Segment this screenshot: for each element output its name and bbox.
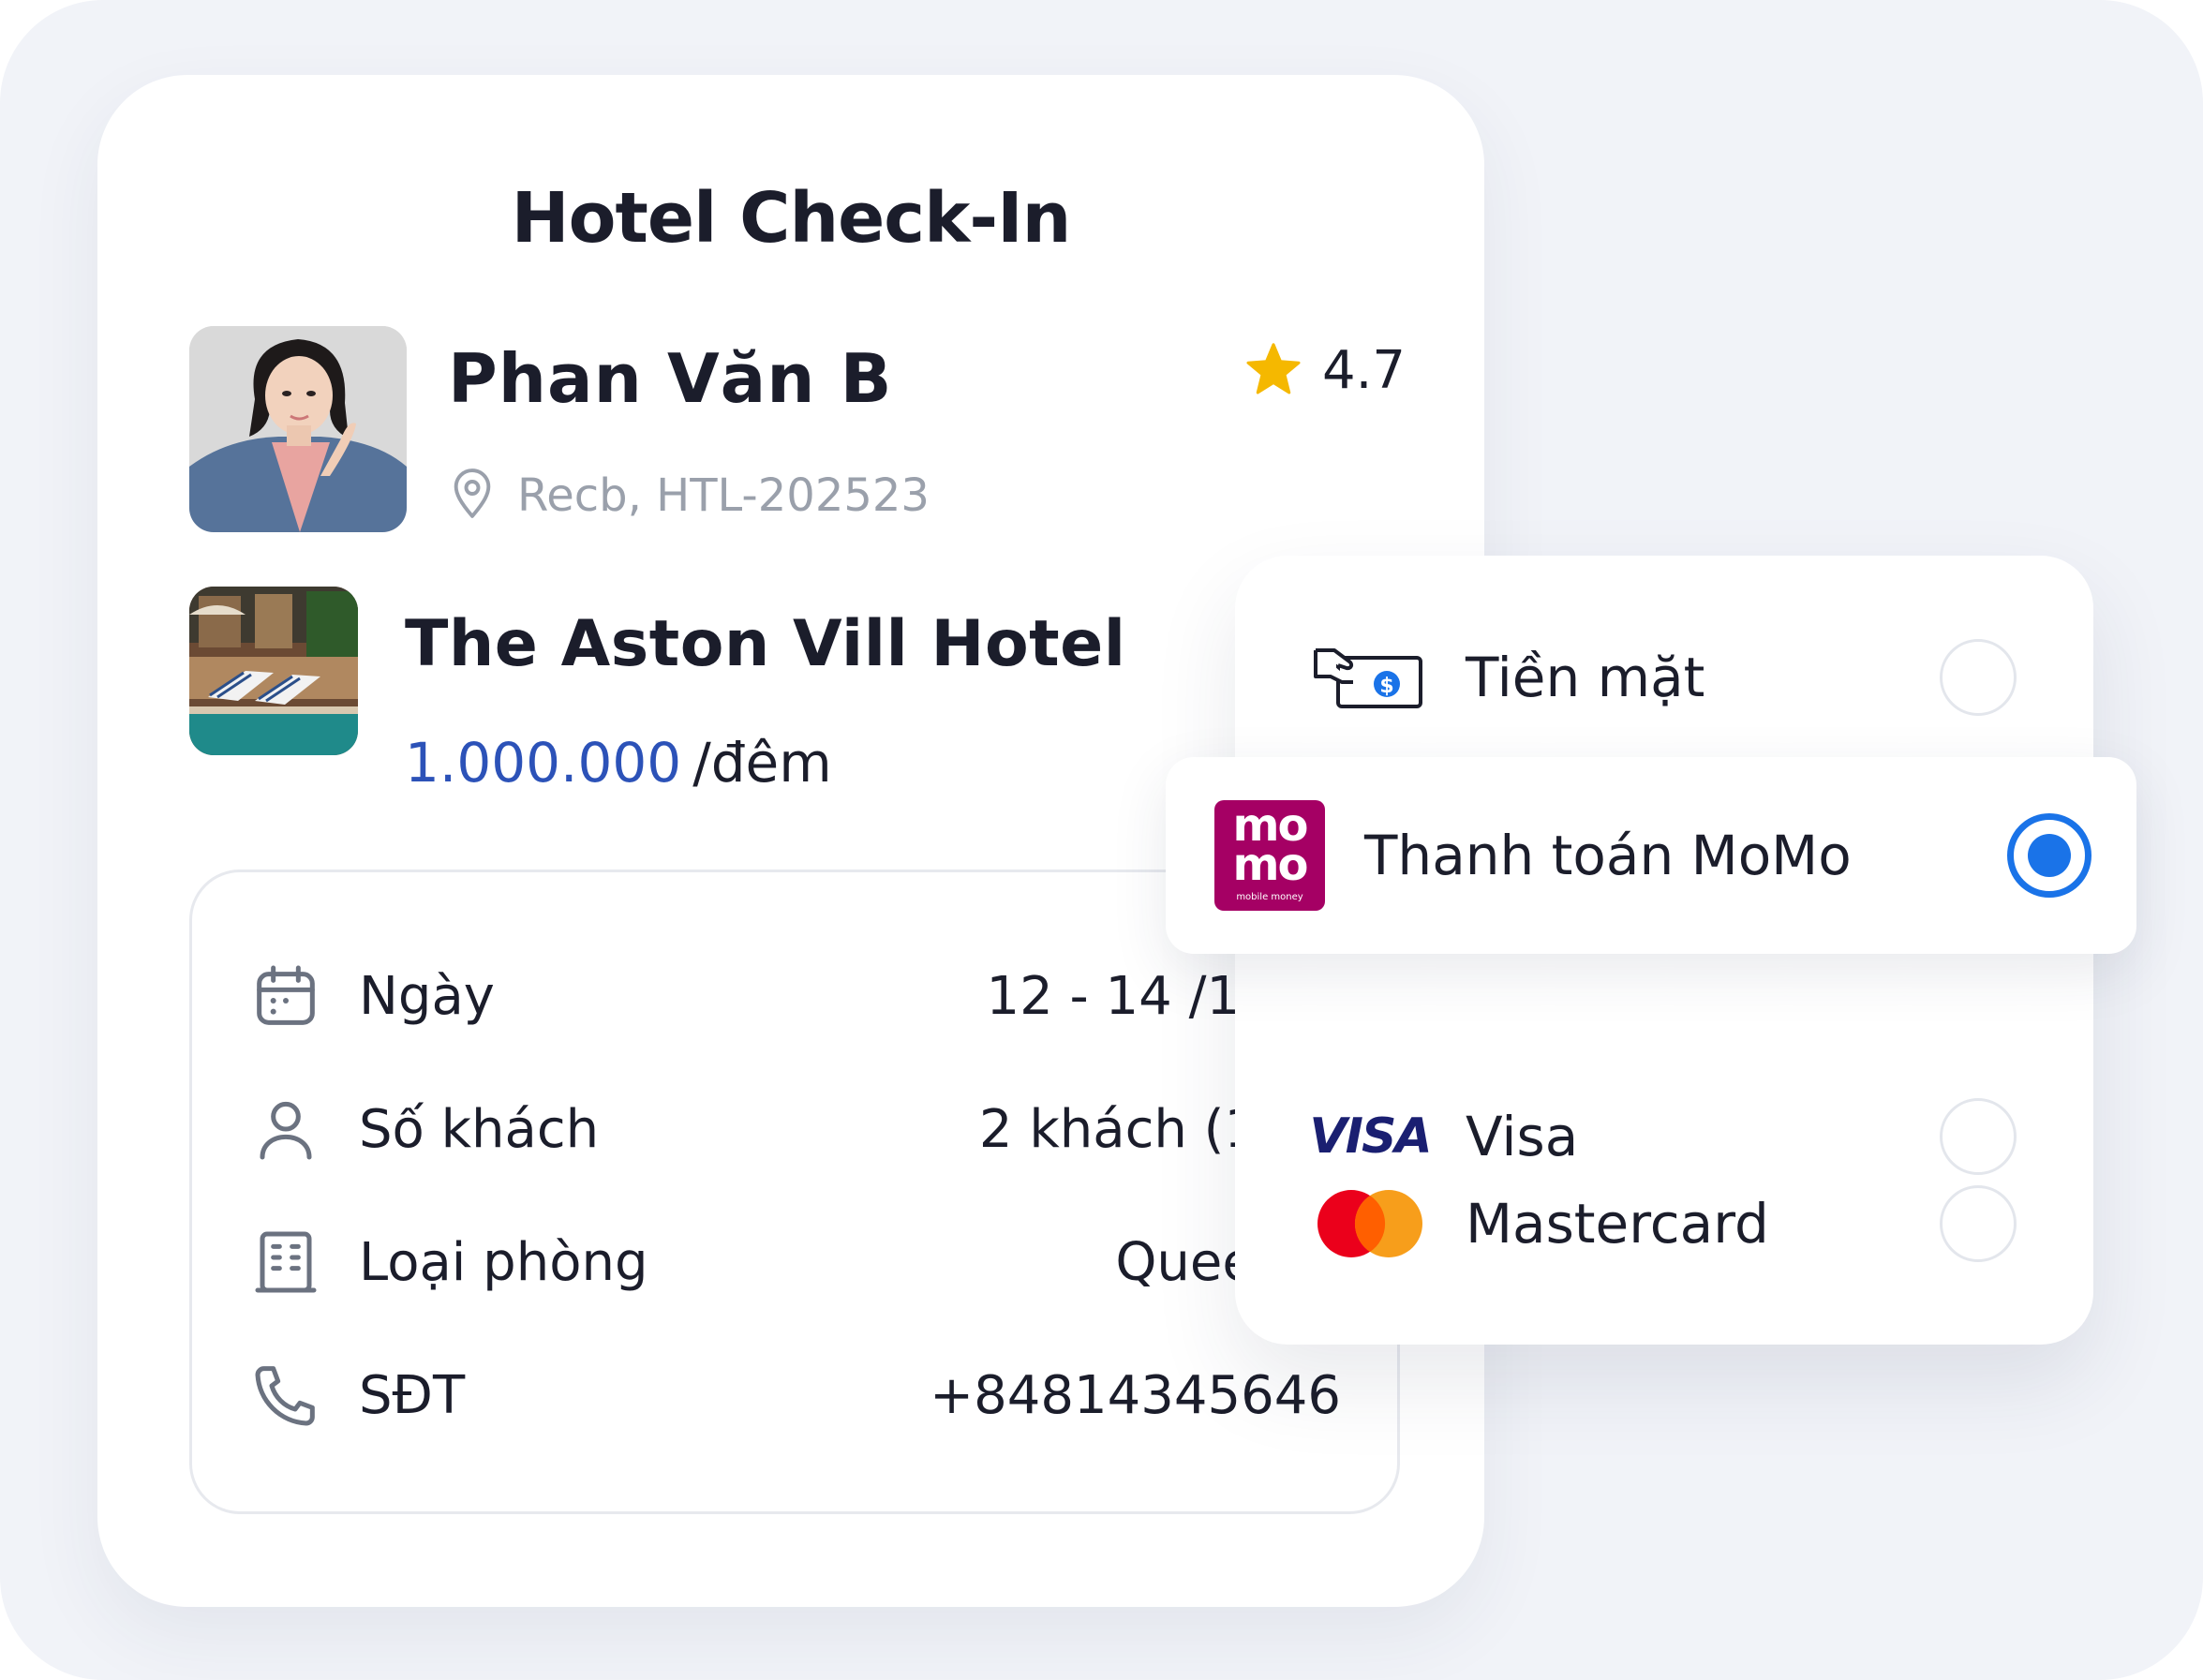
payment-option-momo[interactable]: mo mo mobile money Thanh toán MoMo — [1166, 757, 2136, 954]
detail-value: +84814345646 — [930, 1365, 1341, 1426]
cash-payment-icon: $ — [1312, 635, 1428, 720]
radio-button[interactable] — [1940, 639, 2017, 716]
radio-dot — [2028, 834, 2071, 877]
guest-avatar — [189, 326, 407, 532]
payment-option-mastercard[interactable]: Mastercard — [1235, 1139, 2093, 1308]
building-icon — [248, 1225, 323, 1300]
momo-logo-line: mo — [1232, 839, 1309, 891]
momo-logo-caption: mobile money — [1236, 892, 1303, 902]
detail-row-room-type: Loại phòng Queen R — [248, 1225, 1341, 1309]
hotel-image — [189, 587, 358, 755]
guest-location: Recb, HTL-202523 — [448, 467, 930, 525]
detail-row-phone: SĐT +84814345646 — [248, 1358, 1341, 1442]
mastercard-logo — [1312, 1182, 1428, 1266]
rating-value: 4.7 — [1322, 340, 1407, 401]
detail-row-guests: Số khách 2 khách (1 ph — [248, 1092, 1341, 1176]
price-unit: /đêm — [692, 731, 832, 795]
calendar-icon — [248, 959, 323, 1033]
star-icon — [1245, 342, 1302, 400]
location-pin-icon — [448, 467, 497, 525]
detail-label: Số khách — [359, 1099, 600, 1160]
phone-icon — [248, 1358, 323, 1433]
payment-label: Thanh toán MoMo — [1364, 824, 1852, 887]
guest-name: Phan Văn B — [448, 339, 893, 418]
page-title: Hotel Check-In — [511, 178, 1072, 259]
svg-text:$: $ — [1379, 675, 1393, 698]
hotel-name: The Aston Vill Hotel — [405, 607, 1126, 681]
location-text: Recb, HTL-202523 — [517, 469, 930, 522]
detail-label: SĐT — [359, 1365, 466, 1426]
radio-button-selected[interactable] — [2007, 813, 2091, 898]
momo-logo: mo mo mobile money — [1214, 800, 1325, 911]
booking-details: Ngày 12 - 14 /11/ 2 Số khách 2 khách (1 … — [189, 870, 1400, 1514]
detail-label: Ngày — [359, 966, 495, 1027]
guest-rating: 4.7 — [1245, 340, 1406, 401]
hotel-price: 1.000.000/đêm — [405, 731, 832, 795]
detail-row-date: Ngày 12 - 14 /11/ 2 — [248, 959, 1341, 1043]
payment-option-cash[interactable]: $ Tiền mặt — [1235, 593, 2093, 762]
detail-label: Loại phòng — [359, 1232, 648, 1293]
price-amount: 1.000.000 — [405, 731, 682, 795]
payment-label: Mastercard — [1466, 1192, 1769, 1256]
radio-button[interactable] — [1940, 1185, 2017, 1262]
payment-label: Tiền mặt — [1466, 646, 1705, 709]
person-icon — [248, 1092, 323, 1167]
